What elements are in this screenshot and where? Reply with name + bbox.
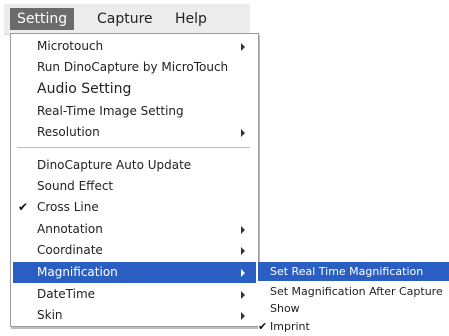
menu-item-label: Annotation (37, 222, 103, 236)
menu-item-skin[interactable]: Skin (13, 305, 256, 326)
submenu-item-show[interactable]: Show (258, 299, 449, 318)
submenu-item-label: Imprint (270, 320, 310, 333)
menubar-setting[interactable]: Setting (10, 8, 75, 30)
submenu-item-set-real-time-magnification[interactable]: Set Real Time Magnification (258, 262, 449, 281)
submenu-item-label: Show (270, 302, 300, 315)
menu-item-audio-setting[interactable]: Audio Setting (13, 79, 256, 100)
menu-item-annotation[interactable]: Annotation (13, 219, 256, 240)
menu-item-label: Cross Line (37, 200, 99, 214)
menu-item-run-dinocapture[interactable]: Run DinoCapture by MicroTouch (13, 57, 256, 78)
submenu-item-label: Set Real Time Magnification (270, 265, 424, 278)
submenu-arrow-icon (241, 291, 245, 299)
submenu-arrow-icon (241, 226, 245, 234)
menu-item-label: DateTime (37, 287, 96, 301)
menu-item-label: Real-Time Image Setting (37, 104, 184, 118)
menu-item-label: Microtouch (37, 39, 104, 53)
menu-item-label: Audio Setting (37, 81, 132, 97)
menu-item-real-time-image-setting[interactable]: Real-Time Image Setting (13, 101, 256, 122)
menu-item-label: Run DinoCapture by MicroTouch (37, 60, 229, 74)
menu-item-label: Resolution (37, 125, 100, 139)
menu-item-microtouch[interactable]: Microtouch (13, 36, 256, 57)
menu-separator (17, 147, 250, 148)
setting-menu: Microtouch Run DinoCapture by MicroTouch… (10, 33, 259, 327)
submenu-arrow-icon (241, 43, 245, 51)
menu-item-label: Sound Effect (37, 179, 114, 193)
menu-item-coordinate[interactable]: Coordinate (13, 240, 256, 261)
submenu-arrow-icon (241, 312, 245, 320)
menu-item-label: Skin (37, 308, 63, 322)
submenu-arrow-icon (241, 269, 245, 277)
menu-item-label: Magnification (37, 265, 118, 279)
menu-item-cross-line[interactable]: ✔ Cross Line (13, 197, 256, 218)
submenu-arrow-icon (241, 129, 245, 137)
menu-item-sound-effect[interactable]: Sound Effect (13, 176, 256, 197)
checkmark-icon: ✔ (18, 200, 29, 214)
submenu-item-imprint[interactable]: ✔ Imprint (258, 317, 449, 336)
submenu-arrow-icon (241, 247, 245, 255)
menu-item-magnification[interactable]: Magnification (13, 262, 256, 283)
menu-item-auto-update[interactable]: DinoCapture Auto Update (13, 155, 256, 176)
menu-item-resolution[interactable]: Resolution (13, 122, 256, 143)
menu-item-datetime[interactable]: DateTime (13, 284, 256, 305)
menubar-capture[interactable]: Capture (90, 8, 160, 30)
magnification-submenu: Set Real Time Magnification Set Magnific… (258, 262, 449, 334)
menu-item-label: Coordinate (37, 243, 103, 257)
checkmark-icon: ✔ (258, 320, 268, 333)
menubar-help[interactable]: Help (168, 8, 214, 30)
menu-bar: Setting Capture Help (4, 4, 250, 35)
menu-item-label: DinoCapture Auto Update (37, 158, 192, 172)
